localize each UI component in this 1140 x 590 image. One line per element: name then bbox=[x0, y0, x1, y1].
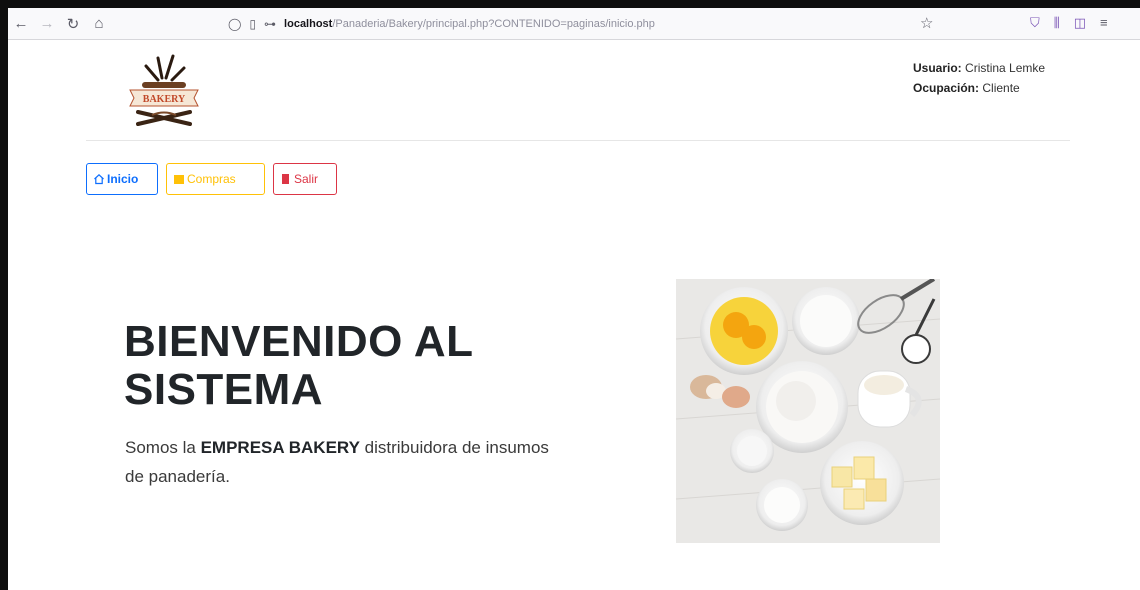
home-icon[interactable]: ⌂ bbox=[86, 11, 112, 37]
library-icon[interactable]: ⫼ bbox=[1054, 15, 1060, 31]
usuario-label: Usuario: bbox=[913, 61, 962, 75]
browser-toolbar: ← → ↻ ⌂ ◯ ▯ ⊶ localhost/Panaderia/Bakery… bbox=[8, 8, 1140, 40]
url-host: localhost bbox=[284, 18, 333, 30]
hero-text-before: Somos la bbox=[125, 438, 201, 457]
url-path: /Panaderia/Bakery/principal.php?CONTENID… bbox=[332, 18, 655, 30]
inicio-label: Inicio bbox=[107, 172, 139, 186]
baking-ingredients-image bbox=[676, 279, 940, 543]
logo-text: BAKERY bbox=[143, 94, 186, 105]
reload-icon[interactable]: ↻ bbox=[60, 11, 86, 37]
menu-icon[interactable]: ≡ bbox=[1100, 15, 1108, 31]
hero-text-bold: EMPRESA BAKERY bbox=[200, 438, 360, 457]
pocket-icon[interactable]: ⛉ bbox=[1030, 15, 1040, 31]
usuario-value: Cristina Lemke bbox=[965, 61, 1046, 75]
main-nav: Inicio Compras Salir bbox=[86, 163, 337, 195]
sidebar-icon[interactable]: ◫ bbox=[1074, 15, 1086, 31]
house-icon bbox=[94, 173, 104, 185]
bakery-logo: BAKERY bbox=[129, 54, 199, 126]
compras-button[interactable]: Compras bbox=[166, 163, 265, 195]
hero-title: BIENVENIDO AL SISTEMA bbox=[124, 317, 473, 414]
salir-button[interactable]: Salir bbox=[273, 163, 337, 195]
header-divider bbox=[86, 140, 1070, 141]
user-name-row: Usuario: Cristina Lemke bbox=[913, 58, 1045, 78]
address-bar[interactable]: ◯ ▯ ⊶ localhost/Panaderia/Bakery/princip… bbox=[228, 12, 928, 36]
salir-label: Salir bbox=[294, 172, 319, 186]
window-frame-left bbox=[0, 8, 8, 590]
window-frame-top bbox=[0, 0, 1140, 8]
user-info: Usuario: Cristina Lemke Ocupación: Clien… bbox=[913, 58, 1045, 98]
hero-description: Somos la EMPRESA BAKERY distribuidora de… bbox=[125, 433, 555, 491]
forward-icon[interactable]: → bbox=[34, 11, 60, 37]
back-icon[interactable]: ← bbox=[8, 11, 34, 37]
compras-label: Compras bbox=[187, 172, 236, 186]
ocupacion-label: Ocupación: bbox=[913, 81, 980, 95]
page-icon: ▯ bbox=[249, 17, 257, 31]
shield-icon: ◯ bbox=[228, 17, 242, 31]
toolbar-right-icons: ⛉ ⫼ ◫ ≡ bbox=[1030, 15, 1108, 31]
user-role-row: Ocupación: Cliente bbox=[913, 78, 1045, 98]
inicio-button[interactable]: Inicio bbox=[86, 163, 158, 195]
key-icon: ⊶ bbox=[264, 17, 277, 31]
ocupacion-value: Cliente bbox=[982, 81, 1020, 95]
star-icon[interactable]: ☆ bbox=[920, 14, 933, 32]
door-icon bbox=[282, 174, 289, 184]
cart-icon bbox=[174, 175, 184, 184]
